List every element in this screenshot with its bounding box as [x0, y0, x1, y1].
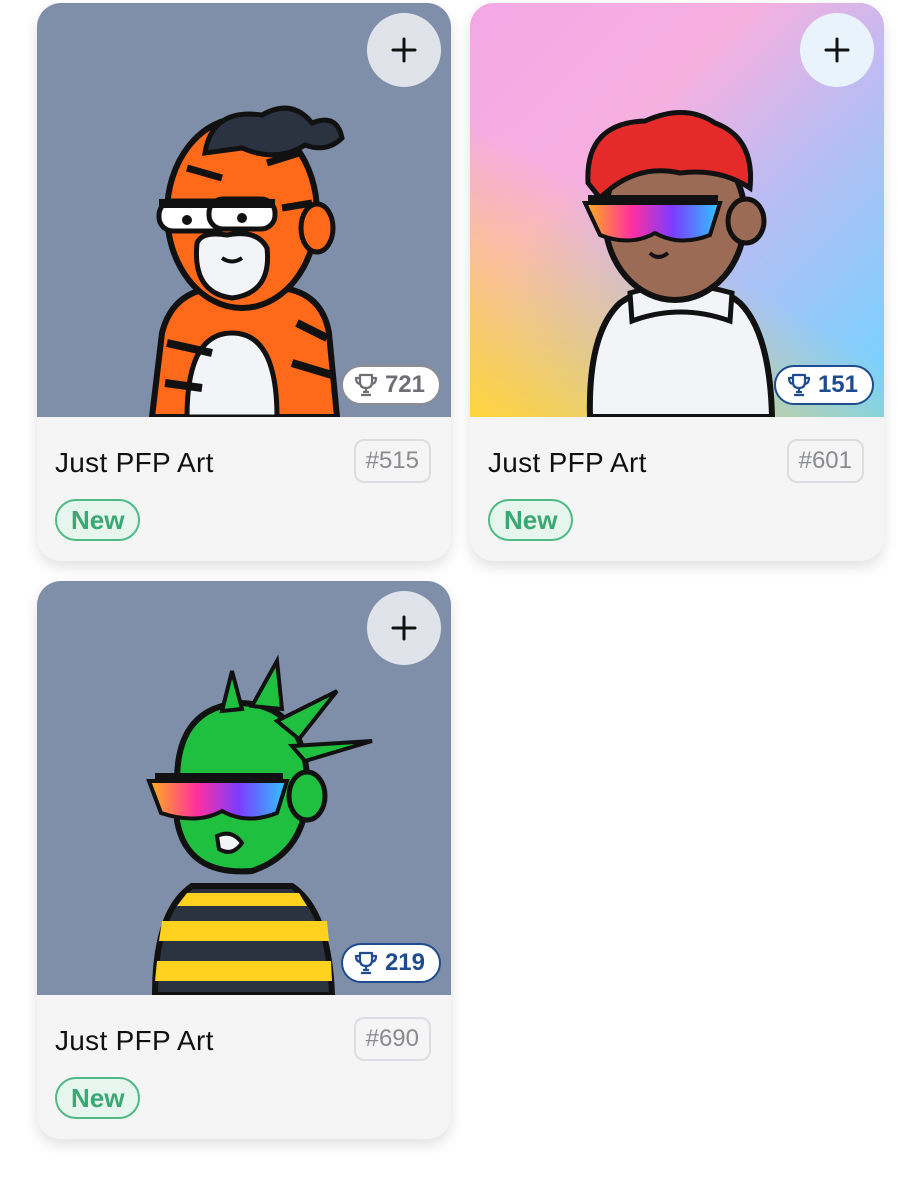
nft-image[interactable]: 721 [37, 3, 451, 417]
trophy-icon [787, 373, 811, 397]
collection-title: Just PFP Art [488, 447, 647, 478]
plus-icon [391, 37, 417, 63]
card-info: Just PFP Art #690 New [37, 995, 451, 1139]
status-badge: New [488, 499, 574, 541]
score-value: 151 [817, 371, 858, 398]
plus-icon [824, 37, 850, 63]
score-value: 219 [384, 949, 425, 976]
status-badge: New [55, 1077, 141, 1119]
card-info: Just PFP Art #515 New [37, 417, 451, 561]
trophy-icon [354, 373, 378, 397]
collection-title: Just PFP Art [55, 1025, 214, 1056]
score-badge: 151 [773, 365, 874, 405]
token-id: #601 [786, 439, 864, 483]
nft-image[interactable]: 219 [37, 581, 451, 995]
trophy-icon [354, 951, 378, 975]
score-value: 721 [384, 371, 425, 398]
nft-card[interactable]: 219 Just PFP Art #690 New [37, 581, 451, 1139]
card-info: Just PFP Art #601 New [470, 417, 884, 561]
add-button[interactable] [800, 13, 874, 87]
collection-title: Just PFP Art [55, 447, 214, 478]
nft-image[interactable]: 151 [470, 3, 884, 417]
score-badge: 721 [340, 365, 441, 405]
token-id: #515 [353, 439, 431, 483]
score-badge: 219 [340, 943, 441, 983]
plus-icon [391, 615, 417, 641]
nft-card[interactable]: 151 Just PFP Art #601 New [470, 3, 884, 561]
nft-card[interactable]: 721 Just PFP Art #515 New [37, 3, 451, 561]
add-button[interactable] [367, 591, 441, 665]
add-button[interactable] [367, 13, 441, 87]
token-id: #690 [353, 1017, 431, 1061]
status-badge: New [55, 499, 141, 541]
